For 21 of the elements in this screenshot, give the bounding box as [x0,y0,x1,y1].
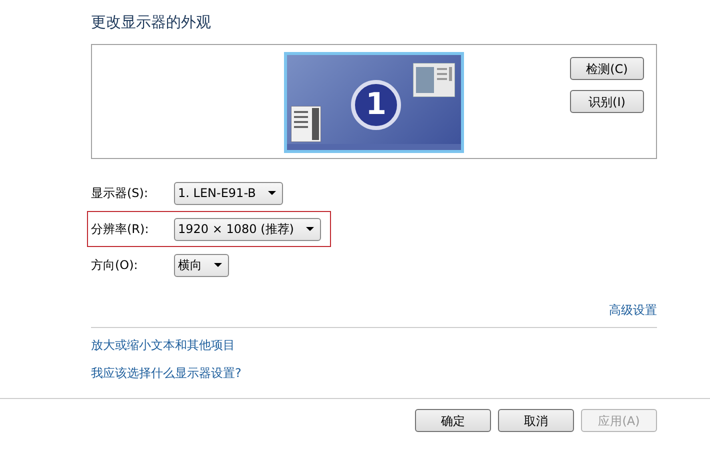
dropdown[interactable]: 1920 × 1080 (推荐) [174,218,321,240]
advanced-settings-link[interactable]: 高级设置 [609,301,657,319]
help-link[interactable]: 放大或缩小文本和其他项目 [91,338,235,352]
help-link[interactable]: 我应该选择什么显示器设置? [91,366,242,380]
caret-icon [306,227,314,231]
caret-icon [268,191,276,195]
caret-icon [214,263,222,267]
setting-label: 方向(O): [91,257,139,274]
window-icon [291,106,321,142]
dropdown[interactable]: 横向 [174,254,229,276]
monitor-thumbnail[interactable]: 1 [284,52,464,153]
window-icon [413,63,455,97]
page-title: 更改显示器的外观 [91,12,212,32]
cancel-button[interactable]: 取消 [498,409,574,432]
detect-button[interactable]: 检测(C) [570,57,644,80]
dropdown[interactable]: 1. LEN-E91-B [174,182,283,204]
setting-label: 分辨率(R): [91,221,150,238]
ok-button[interactable]: 确定 [415,409,491,432]
setting-label: 显示器(S): [91,185,150,202]
identify-button[interactable]: 识别(I) [570,90,644,113]
monitor-number: 1 [351,80,401,130]
